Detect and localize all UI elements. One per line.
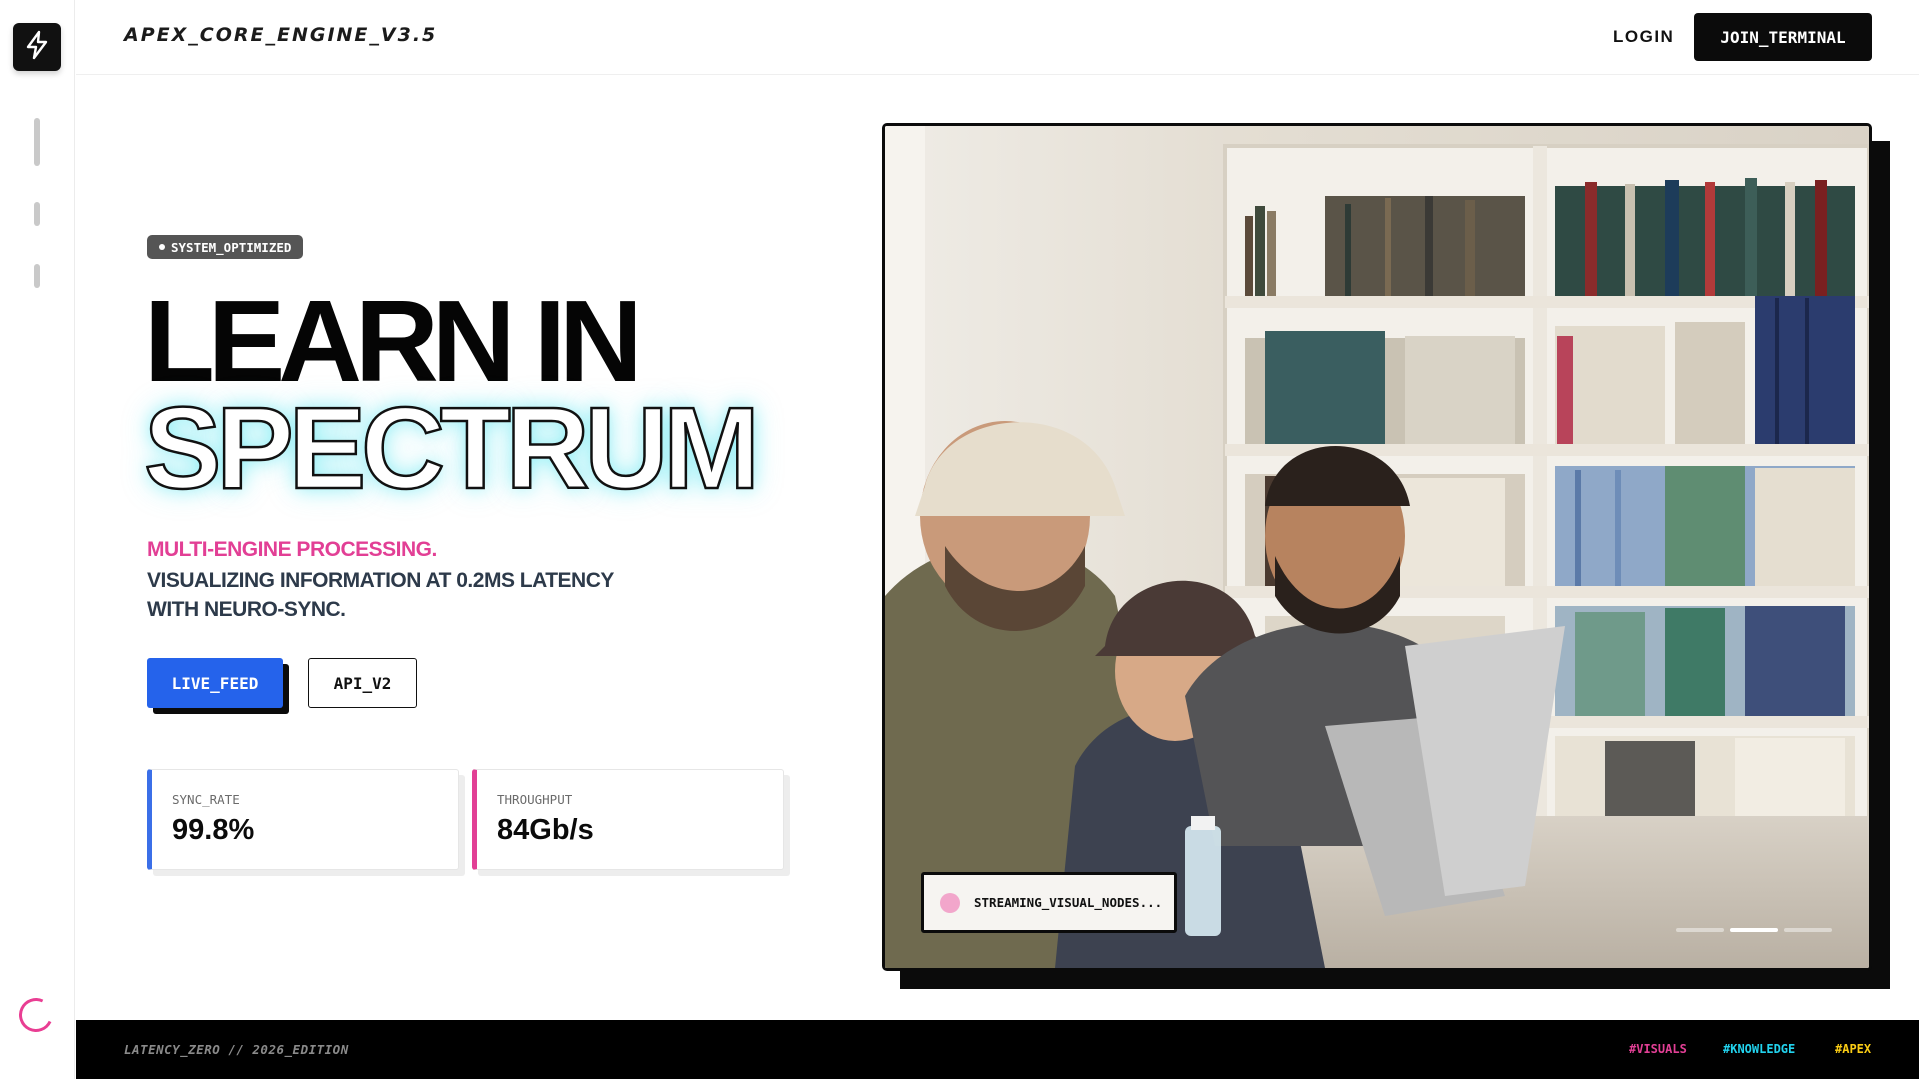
hero-title-line2: SPECTRUM bbox=[143, 383, 761, 513]
lightning-icon bbox=[24, 30, 50, 65]
loading-spinner-icon bbox=[14, 993, 58, 1037]
nav-indicator-2[interactable] bbox=[34, 202, 40, 226]
hero-title-line1: LEARN IN bbox=[144, 276, 643, 406]
hero-subtitle-text: VISUALIZING INFORMATION AT 0.2MS LATENCY… bbox=[147, 569, 614, 621]
carousel-indicators bbox=[1676, 928, 1832, 932]
status-badge-label: SYSTEM_OPTIMIZED bbox=[171, 239, 292, 255]
carousel-dot-2[interactable] bbox=[1730, 928, 1778, 932]
hero-subtitle-accent: MULTI-ENGINE PROCESSING. bbox=[147, 538, 437, 561]
footer-edition: LATENCY_ZERO // 2026_EDITION bbox=[124, 1042, 349, 1057]
login-link[interactable]: LOGIN bbox=[1613, 27, 1674, 47]
nav-indicator-1[interactable] bbox=[34, 118, 40, 166]
stat-label: SYNC_RATE bbox=[172, 792, 240, 807]
stat-card-throughput: THROUGHPUT 84Gb/s bbox=[472, 769, 784, 870]
carousel-dot-1[interactable] bbox=[1676, 928, 1724, 932]
top-header: APEX_CORE_ENGINE_V3.5 LOGIN JOIN_TERMINA… bbox=[76, 0, 1919, 75]
library-photo-illustration bbox=[885, 126, 1869, 968]
status-dot-icon bbox=[159, 244, 165, 250]
stream-status-text: STREAMING_VISUAL_NODES... bbox=[974, 895, 1163, 910]
logo-button[interactable] bbox=[13, 23, 61, 71]
footer: LATENCY_ZERO // 2026_EDITION #VISUALS #K… bbox=[76, 1020, 1919, 1079]
api-v2-button[interactable]: API_V2 bbox=[308, 658, 417, 708]
footer-tag-knowledge[interactable]: #KNOWLEDGE bbox=[1723, 1042, 1795, 1056]
brand-title: APEX_CORE_ENGINE_V3.5 bbox=[124, 24, 438, 46]
footer-tag-apex[interactable]: #APEX bbox=[1835, 1042, 1871, 1056]
stat-label: THROUGHPUT bbox=[497, 792, 573, 807]
nav-indicator-3[interactable] bbox=[34, 264, 40, 288]
sidebar bbox=[0, 0, 75, 1079]
footer-tag-visuals[interactable]: #VISUALS bbox=[1629, 1042, 1687, 1056]
stream-status-box: STREAMING_VISUAL_NODES... bbox=[921, 872, 1177, 933]
join-terminal-button[interactable]: JOIN_TERMINAL bbox=[1694, 13, 1872, 61]
stream-indicator-icon bbox=[940, 892, 960, 913]
hero-image bbox=[882, 123, 1872, 971]
stat-value: 84Gb/s bbox=[497, 814, 594, 846]
status-badge: SYSTEM_OPTIMIZED bbox=[147, 235, 304, 259]
stat-card-sync-rate: SYNC_RATE 99.8% bbox=[147, 769, 459, 870]
carousel-dot-3[interactable] bbox=[1784, 928, 1832, 932]
live-feed-button[interactable]: LIVE_FEED bbox=[147, 658, 283, 708]
stat-value: 99.8% bbox=[172, 814, 255, 846]
